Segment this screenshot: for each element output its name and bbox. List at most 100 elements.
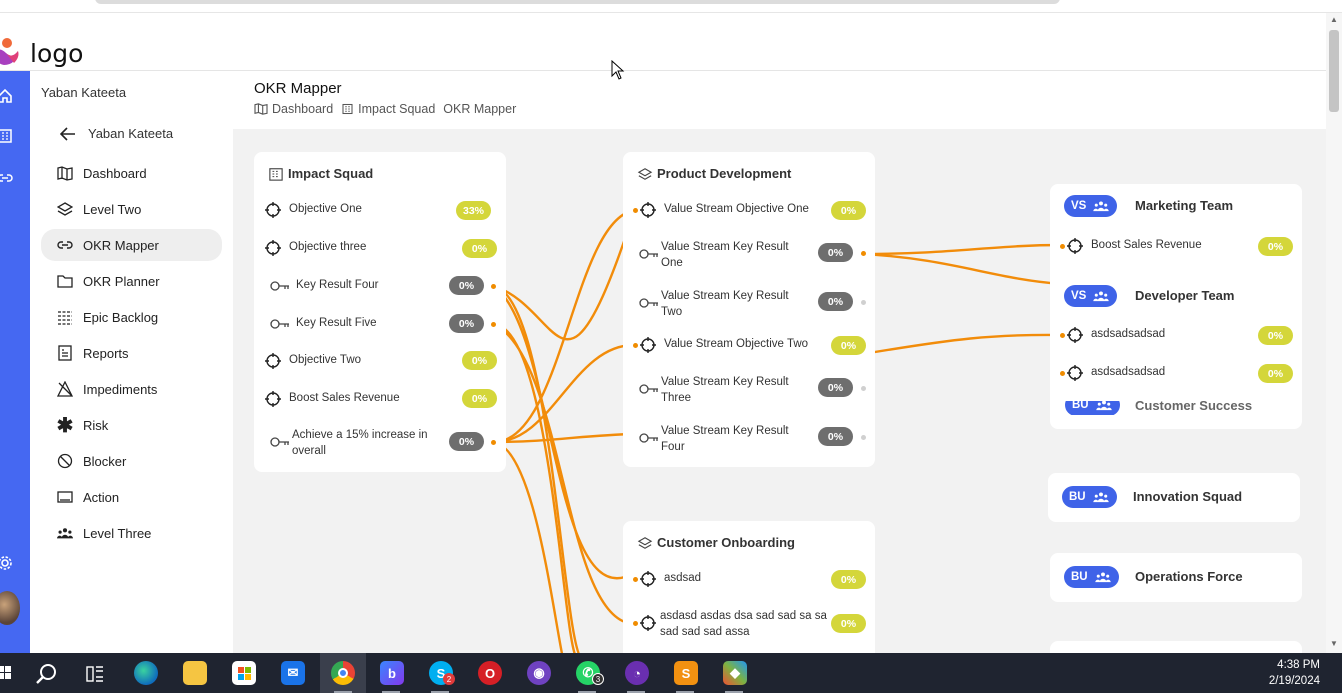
store-icon[interactable] [232, 661, 256, 685]
sublime-icon[interactable]: S [674, 661, 698, 685]
page-header: OKR Mapper Dashboard Impact Squad OKR Ma… [233, 71, 1326, 129]
sidebar-item-level-two[interactable]: Level Two [41, 193, 222, 225]
connector-dot[interactable] [491, 440, 496, 445]
card-title: Product Development [637, 166, 791, 181]
progress-badge: 0% [831, 201, 866, 220]
key-result-row[interactable]: Value Stream Key Result One 0% [623, 237, 875, 271]
file-explorer-icon[interactable] [183, 661, 207, 685]
sidebar-item-dashboard[interactable]: Dashboard [41, 157, 222, 189]
objective-row[interactable]: Objective One 33% [254, 193, 506, 227]
scroll-up-icon[interactable]: ▲ [1330, 15, 1338, 24]
taskbar: ✉ b S 2 O ◉ ✆ 3 ◔ S ◆ 4:38 PM 2/19/2024 [0, 653, 1342, 693]
team-operations-force[interactable]: BU Operations Force [1050, 553, 1302, 602]
link-icon[interactable] [0, 170, 13, 186]
sidebar-item-label: Level Two [83, 201, 142, 217]
sidebar-item-blocker[interactable]: Blocker [41, 445, 222, 477]
card-product-development[interactable]: Product Development Value Stream Objecti… [623, 152, 875, 467]
connector-dot[interactable] [633, 621, 638, 626]
connector-dot[interactable] [861, 300, 866, 305]
scrollbar-thumb[interactable] [1329, 30, 1339, 112]
objective-row[interactable]: asdsadsadsad 0% [1050, 318, 1302, 352]
objective-row[interactable]: Boost Sales Revenue 0% [1050, 229, 1302, 263]
sidebar-item-epic-backlog[interactable]: Epic Backlog [41, 301, 222, 333]
building-icon[interactable] [0, 128, 13, 144]
mail-icon[interactable]: ✉ [281, 661, 305, 685]
clock-app-icon[interactable]: ◔ [625, 661, 649, 685]
key-icon [639, 384, 658, 394]
connector-dot[interactable] [491, 322, 496, 327]
team-card-partial[interactable] [1050, 641, 1302, 653]
gear-icon[interactable] [0, 555, 13, 571]
connector-dot[interactable] [1060, 244, 1065, 249]
objective-row[interactable]: asdasd asdas dsa sad sad sa sa sad sad s… [623, 606, 875, 640]
sidebar-item-okr-mapper[interactable]: OKR Mapper [41, 229, 222, 261]
objective-row[interactable]: Value Stream Objective Two 0% [623, 328, 875, 362]
connector-dot[interactable] [861, 386, 866, 391]
key-result-row[interactable]: Value Stream Key Result Three 0% [623, 372, 875, 406]
vertical-scrollbar[interactable]: ▲ ▼ [1326, 13, 1342, 653]
edge-icon[interactable] [134, 661, 158, 685]
logo-text[interactable]: logo [30, 39, 83, 68]
sidebar-item-reports[interactable]: Reports [41, 337, 222, 369]
key-result-row[interactable]: Key Result Five 0% [254, 307, 506, 341]
key-result-row[interactable]: Value Stream Key Result Four 0% [623, 421, 875, 455]
sidebar-item-okr-planner[interactable]: OKR Planner [41, 265, 222, 297]
connector-dot[interactable] [1060, 333, 1065, 338]
sidebar-item-action[interactable]: Action [41, 481, 222, 513]
breadcrumb-dashboard[interactable]: Dashboard [254, 102, 333, 116]
connector-dot[interactable] [491, 284, 496, 289]
opera-icon[interactable]: O [478, 661, 502, 685]
report-icon [58, 345, 72, 361]
key-result-row[interactable]: Key Result Four 0% [254, 269, 506, 303]
connector-dot[interactable] [861, 251, 866, 256]
key-result-row[interactable]: Achieve a 15% increase in overall 0% [254, 425, 506, 459]
okr-map-canvas[interactable]: Impact Squad Objective One 33% Objective… [233, 129, 1326, 653]
connector-dot[interactable] [633, 343, 638, 348]
connector-dot[interactable] [1060, 371, 1065, 376]
bing-icon[interactable]: b [380, 661, 404, 685]
sidebar-item-level-three[interactable]: Level Three [41, 517, 222, 549]
objective-row[interactable]: Objective three 0% [254, 231, 506, 265]
row-label: Objective Two [289, 354, 362, 366]
row-label: Objective One [289, 203, 362, 215]
github-icon[interactable]: ◉ [527, 661, 551, 685]
chrome-icon[interactable] [331, 661, 355, 685]
task-view-icon[interactable] [86, 665, 104, 683]
scroll-down-icon[interactable]: ▼ [1330, 639, 1338, 648]
team-developer[interactable]: VS Developer Team asdsadsadsad 0% asdsad… [1050, 274, 1302, 401]
team-innovation-squad[interactable]: BU Innovation Squad [1048, 473, 1300, 522]
team-marketing[interactable]: VS Marketing Team Boost Sales Revenue 0% [1050, 184, 1302, 274]
objective-row[interactable]: Objective Two 0% [254, 344, 506, 378]
card-customer-onboarding[interactable]: Customer Onboarding asdsad 0% asdasd asd… [623, 521, 875, 653]
system-clock[interactable]: 4:38 PM 2/19/2024 [1269, 657, 1320, 689]
home-icon[interactable] [0, 88, 13, 104]
block-icon [57, 453, 73, 469]
windows-start-icon[interactable] [0, 666, 12, 680]
git-icon[interactable]: ◆ [723, 661, 747, 685]
objective-row[interactable]: asdsadsadsad 0% [1050, 356, 1302, 390]
connector-dot[interactable] [861, 435, 866, 440]
search-icon[interactable] [36, 663, 58, 685]
back-button[interactable]: Yaban Kateeta [60, 126, 173, 141]
sidebar-item-impediments[interactable]: Impediments [41, 373, 222, 405]
connector-dot[interactable] [633, 208, 638, 213]
connector-dot[interactable] [633, 577, 638, 582]
sidebar-item-risk[interactable]: ✱ Risk [41, 409, 222, 441]
row-label: Value Stream Key Result Two [661, 290, 789, 318]
objective-row[interactable]: asdsad 0% [623, 562, 875, 596]
objective-row[interactable]: Value Stream Objective One 0% [623, 193, 875, 227]
layers-icon [57, 202, 73, 216]
card-impact-squad[interactable]: Impact Squad Objective One 33% Objective… [254, 152, 506, 472]
building-icon [269, 167, 283, 181]
progress-badge: 0% [831, 336, 866, 355]
connector-line [493, 208, 636, 444]
objective-row[interactable]: Boost Sales Revenue 0% [254, 382, 506, 416]
progress-badge: 0% [1258, 237, 1293, 256]
team-icon [1092, 492, 1109, 503]
app-header: logo [0, 13, 1326, 71]
sidebar-username: Yaban Kateeta [41, 85, 127, 100]
key-result-row[interactable]: Value Stream Key Result Two 0% [623, 286, 875, 320]
browser-address-bar[interactable] [95, 0, 1060, 4]
connector-line [493, 208, 637, 341]
breadcrumb-impact-squad[interactable]: Impact Squad [341, 102, 435, 116]
